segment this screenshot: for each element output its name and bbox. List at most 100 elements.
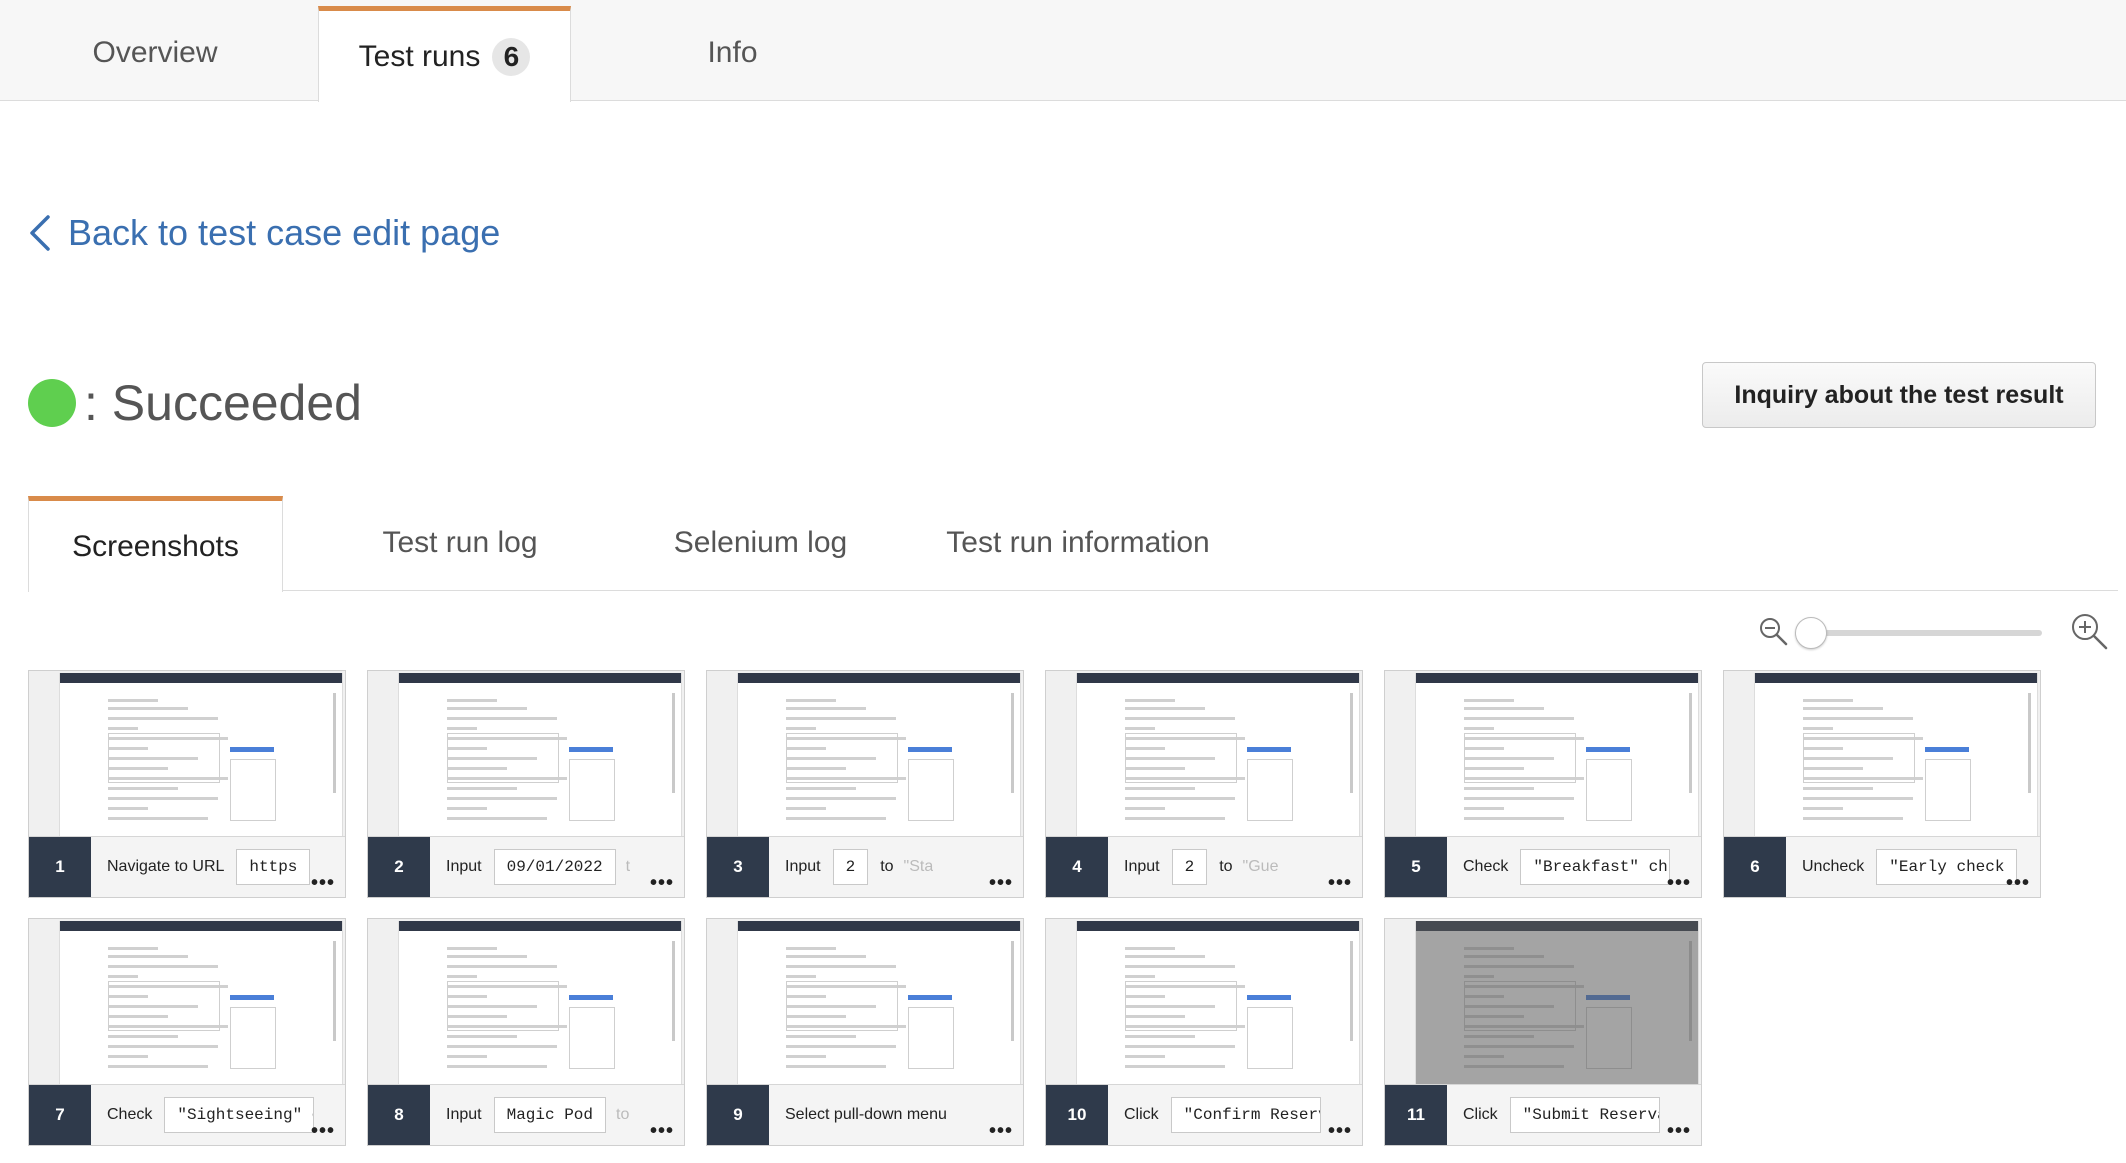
screenshot-card[interactable]: 10 Click "Confirm Reserv •••: [1045, 918, 1363, 1146]
step-number: 7: [29, 1085, 91, 1145]
more-options-icon[interactable]: •••: [1667, 872, 1691, 895]
step-parameter: Magic Pod: [493, 1097, 607, 1133]
step-caption: 9 Select pull-down menu: [707, 1084, 1023, 1145]
more-options-icon[interactable]: •••: [311, 1120, 335, 1143]
step-action: Navigate to URL: [107, 858, 225, 875]
step-action: Input: [446, 858, 482, 875]
step-parameter: "Submit Reserva: [1509, 1097, 1660, 1133]
step-parameter: "Confirm Reserv: [1170, 1097, 1321, 1133]
screenshot-card[interactable]: 5 Check "Breakfast" ch •••: [1384, 670, 1702, 898]
chevron-left-icon: [30, 215, 50, 251]
more-options-icon[interactable]: •••: [1328, 1120, 1352, 1143]
step-number: 11: [1385, 1085, 1447, 1145]
step-caption: 1 Navigate to URL https: [29, 836, 345, 897]
tab-info[interactable]: Info: [600, 6, 865, 100]
more-options-icon[interactable]: •••: [1328, 872, 1352, 895]
more-options-icon[interactable]: •••: [2006, 872, 2030, 895]
tab-label: Test runs: [358, 39, 481, 73]
screenshot-card[interactable]: 9 Select pull-down menu •••: [706, 918, 1024, 1146]
tab-screenshots[interactable]: Screenshots: [28, 496, 283, 592]
screenshot-thumbnail: [1076, 921, 1360, 1085]
tab-label: Overview: [92, 36, 218, 69]
more-options-icon[interactable]: •••: [1667, 1120, 1691, 1143]
step-number: 5: [1385, 837, 1447, 897]
zoom-slider-track[interactable]: [1806, 630, 2042, 636]
step-number: 10: [1046, 1085, 1108, 1145]
step-action: Check: [107, 1106, 153, 1123]
screenshot-card[interactable]: 7 Check "Sightseeing" c •••: [28, 918, 346, 1146]
result-sub-tabs: Screenshots Test run log Selenium log Te…: [28, 496, 2118, 592]
step-number: 8: [368, 1085, 430, 1145]
more-options-icon[interactable]: •••: [989, 872, 1013, 895]
step-extra-parameter: to: [616, 1106, 630, 1123]
tab-overview[interactable]: Overview: [0, 6, 310, 100]
step-caption: 4 Input 2 to "Gue: [1046, 836, 1362, 897]
step-caption: 10 Click "Confirm Reserv: [1046, 1084, 1362, 1145]
screenshot-card[interactable]: 6 Uncheck "Early check •••: [1723, 670, 2041, 898]
step-number: 4: [1046, 837, 1108, 897]
step-action: Uncheck: [1802, 858, 1865, 875]
step-parameter: https: [236, 849, 311, 885]
more-options-icon[interactable]: •••: [650, 1120, 674, 1143]
tab-test-run-log[interactable]: Test run log: [340, 496, 580, 590]
step-caption: 2 Input 09/01/2022 t: [368, 836, 684, 897]
step-caption: 5 Check "Breakfast" ch: [1385, 836, 1701, 897]
step-action: Select pull-down menu: [785, 1106, 947, 1123]
screenshot-card[interactable]: 3 Input 2 to "Sta •••: [706, 670, 1024, 898]
screenshot-card[interactable]: 1 Navigate to URL https •••: [28, 670, 346, 898]
step-caption: 8 Input Magic Pod to: [368, 1084, 684, 1145]
step-caption: 11 Click "Submit Reserva: [1385, 1084, 1701, 1145]
zoom-in-icon[interactable]: [2070, 612, 2110, 652]
tab-label: Test run information: [946, 526, 1210, 559]
more-options-icon[interactable]: •••: [989, 1120, 1013, 1143]
inquiry-button[interactable]: Inquiry about the test result: [1702, 362, 2096, 428]
step-parameter: "Sightseeing" c: [164, 1097, 315, 1133]
screenshot-card[interactable]: 2 Input 09/01/2022 t •••: [367, 670, 685, 898]
status-success-icon: [28, 379, 76, 427]
tab-selenium-log[interactable]: Selenium log: [628, 496, 893, 590]
status-text: : Succeeded: [84, 375, 362, 431]
step-number: 6: [1724, 837, 1786, 897]
step-parameter: 2: [832, 849, 869, 885]
step-parameter: "Breakfast" ch: [1520, 849, 1671, 885]
screenshot-thumbnail: [59, 673, 343, 837]
screenshot-thumbnail: [1415, 673, 1699, 837]
tab-label: Test run log: [382, 526, 538, 559]
step-number: 1: [29, 837, 91, 897]
more-options-icon[interactable]: •••: [311, 872, 335, 895]
step-caption: 6 Uncheck "Early check: [1724, 836, 2040, 897]
screenshot-card[interactable]: 11 Click "Submit Reserva •••: [1384, 918, 1702, 1146]
tab-label: Selenium log: [673, 526, 848, 559]
tab-test-runs[interactable]: Test runs 6: [318, 6, 571, 102]
test-runs-count-badge: 6: [492, 37, 531, 76]
screenshot-thumbnail: [737, 921, 1021, 1085]
step-parameter: "Early check: [1876, 849, 2018, 885]
screenshot-thumbnail: [1076, 673, 1360, 837]
screenshot-thumbnail: [1415, 921, 1699, 1085]
step-parameter: 2: [1171, 849, 1208, 885]
step-number: 2: [368, 837, 430, 897]
zoom-out-icon[interactable]: [1758, 616, 1790, 648]
tab-label: Screenshots: [72, 529, 239, 563]
screenshot-thumbnail: [1754, 673, 2038, 837]
tab-label: Info: [707, 36, 758, 69]
screenshot-thumbnail: [737, 673, 1021, 837]
screenshot-thumbnail: [398, 921, 682, 1085]
step-action: Input: [446, 1106, 482, 1123]
more-options-icon[interactable]: •••: [650, 872, 674, 895]
test-status: : Succeeded: [28, 374, 362, 432]
tab-test-run-information[interactable]: Test run information: [928, 496, 1228, 590]
top-tab-bar: Overview Test runs 6 Info: [0, 0, 2126, 102]
step-action: Input: [1124, 858, 1160, 875]
back-to-edit-link[interactable]: Back to test case edit page: [28, 212, 500, 254]
step-parameter: 09/01/2022: [493, 849, 616, 885]
step-caption: 3 Input 2 to "Sta: [707, 836, 1023, 897]
zoom-slider-handle[interactable]: [1795, 617, 1827, 649]
screenshot-card[interactable]: 4 Input 2 to "Gue •••: [1045, 670, 1363, 898]
step-action: Click: [1463, 1106, 1498, 1123]
screenshot-thumbnail: [59, 921, 343, 1085]
step-caption: 7 Check "Sightseeing" c: [29, 1084, 345, 1145]
step-to-label: to: [1219, 858, 1233, 875]
screenshot-card[interactable]: 8 Input Magic Pod to •••: [367, 918, 685, 1146]
step-action: Check: [1463, 858, 1509, 875]
